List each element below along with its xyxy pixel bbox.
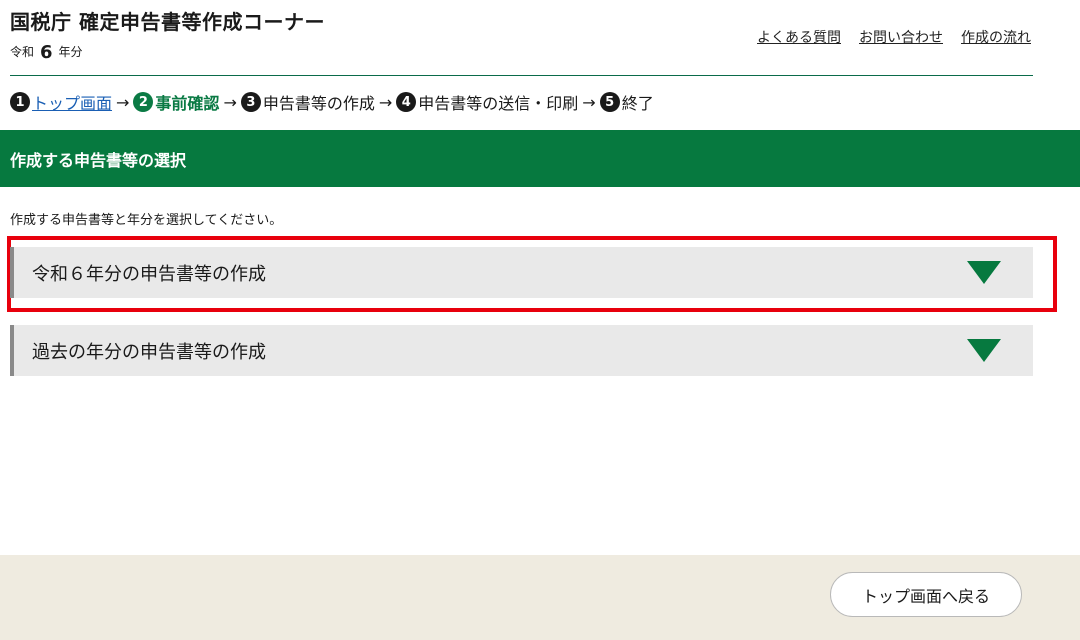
back-to-top-button[interactable]: トップ画面へ戻る xyxy=(830,572,1022,617)
triangle-down-icon xyxy=(967,261,1001,284)
step-top: 1 トップ画面 xyxy=(10,90,112,114)
step-create-label: 申告書等の作成 xyxy=(262,94,375,113)
step-send-print: 4 申告書等の送信・印刷 xyxy=(396,90,578,114)
triangle-down-icon xyxy=(967,339,1001,362)
step-number-5: 5 xyxy=(599,92,620,112)
step-arrow: → xyxy=(378,92,393,112)
flow-link[interactable]: 作成の流れ xyxy=(961,27,1031,47)
step-top-link[interactable]: トップ画面 xyxy=(32,90,112,114)
era-year: 6 xyxy=(40,42,53,63)
step-arrow: → xyxy=(223,92,237,112)
accordion-current-year-label: 令和６年分の申告書等の作成 xyxy=(32,263,266,285)
progress-steps: 1 トップ画面 → 2 事前確認 → 3 申告書等の作成 → 4 申告書等の送信… xyxy=(10,90,654,114)
header-links: よくある質問 お問い合わせ 作成の流れ xyxy=(757,27,1031,47)
accordion-current-year[interactable]: 令和６年分の申告書等の作成 xyxy=(10,247,1033,298)
step-create: 3 申告書等の作成 xyxy=(240,90,375,114)
step-number-2: 2 xyxy=(133,92,154,112)
faq-link[interactable]: よくある質問 xyxy=(757,27,841,47)
era-prefix: 令和 xyxy=(10,45,35,59)
site-title: 国税庁 確定申告書等作成コーナー xyxy=(10,10,325,34)
accordion-past-years-label: 過去の年分の申告書等の作成 xyxy=(32,341,266,363)
tax-year: 令和 6 年分 xyxy=(10,42,83,63)
step-number-1: 1 xyxy=(10,92,30,112)
header-divider xyxy=(10,75,1033,76)
contact-link[interactable]: お問い合わせ xyxy=(859,27,943,47)
step-number-3: 3 xyxy=(240,92,261,112)
instruction-text: 作成する申告書等と年分を選択してください。 xyxy=(10,213,283,228)
section-title: 作成する申告書等の選択 xyxy=(10,150,187,170)
era-suffix: 年分 xyxy=(58,45,83,59)
step-precheck-label: 事前確認 xyxy=(155,94,220,113)
accordion-past-years[interactable]: 過去の年分の申告書等の作成 xyxy=(10,325,1033,376)
section-header: 作成する申告書等の選択 xyxy=(0,130,1080,187)
step-finish: 5 終了 xyxy=(599,90,654,114)
step-finish-label: 終了 xyxy=(621,94,654,113)
step-precheck: 2 事前確認 xyxy=(133,90,219,114)
page: 国税庁 確定申告書等作成コーナー 令和 6 年分 よくある質問 お問い合わせ 作成の… xyxy=(0,0,1080,640)
step-arrow: → xyxy=(116,92,130,112)
step-send-print-label: 申告書等の送信・印刷 xyxy=(418,94,579,113)
step-arrow: → xyxy=(582,92,596,112)
step-number-4: 4 xyxy=(396,92,417,112)
